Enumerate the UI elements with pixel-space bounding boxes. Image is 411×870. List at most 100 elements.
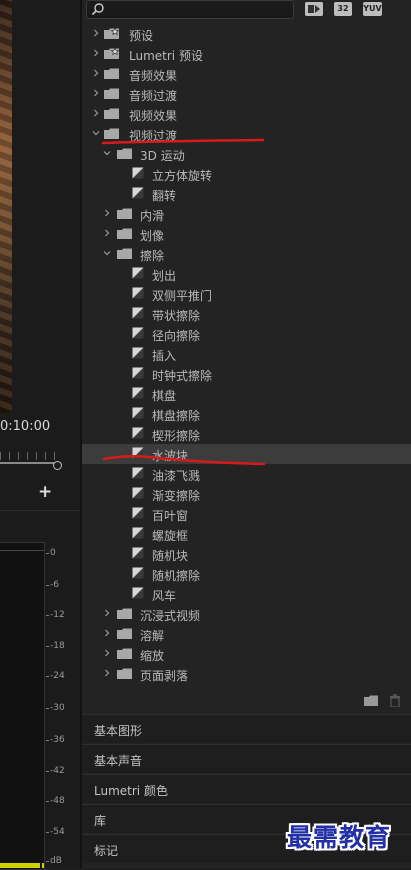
- effects-tree-item[interactable]: 楔形擦除: [82, 424, 411, 444]
- effects-tree-item[interactable]: 渐变擦除: [82, 484, 411, 504]
- effects-tree-item[interactable]: 螺旋框: [82, 524, 411, 544]
- panel-label: 基本声音: [94, 754, 143, 768]
- chevron-right-icon[interactable]: [103, 229, 111, 237]
- meter-tick: [46, 708, 49, 709]
- chevron-right-icon[interactable]: [92, 29, 100, 37]
- folder-icon: [117, 208, 132, 219]
- effects-tree-label: 时钟式擦除: [152, 369, 213, 383]
- timeline-ruler: [0, 452, 58, 460]
- transition-effect-icon: [132, 527, 144, 539]
- meter-scale-label: -48: [50, 796, 65, 806]
- chevron-down-icon[interactable]: [103, 149, 111, 157]
- folder-icon: [117, 608, 132, 619]
- add-button[interactable]: +: [38, 482, 52, 502]
- chevron-right-icon[interactable]: [103, 609, 111, 617]
- meter-scale-label: -30: [50, 703, 65, 713]
- meter-tick: [46, 861, 49, 862]
- video-preview-texture: [0, 0, 12, 413]
- folder-icon: [117, 628, 132, 639]
- effects-tree-label: 随机块: [152, 549, 189, 563]
- panel-essential-graphics[interactable]: 基本图形: [82, 714, 411, 743]
- search-input[interactable]: [86, 0, 294, 19]
- chevron-right-icon[interactable]: [103, 649, 111, 657]
- effects-tree-label: 棋盘: [152, 389, 177, 403]
- meter-scale-label: -12: [50, 610, 65, 620]
- effects-tree-item[interactable]: 溶解: [82, 624, 411, 644]
- meter-tick: [46, 771, 49, 772]
- effects-tree-item[interactable]: 划像: [82, 224, 411, 244]
- zoom-handle[interactable]: [53, 461, 62, 470]
- effects-tree-item[interactable]: 双侧平推门: [82, 284, 411, 304]
- meter-tick: [46, 801, 49, 802]
- chevron-right-icon[interactable]: [92, 49, 100, 57]
- transition-effect-icon: [132, 347, 144, 359]
- effects-tree-item[interactable]: 页面剥落: [82, 664, 411, 684]
- meter-peak-line: [0, 550, 44, 551]
- accelerated-effects-button[interactable]: [305, 2, 323, 16]
- playhead-track[interactable]: [0, 462, 58, 464]
- meter-tick: [46, 740, 49, 741]
- accelerated-effects-icon: [305, 2, 323, 16]
- transition-effect-icon: [132, 167, 144, 179]
- effects-tree-item[interactable]: 音频效果: [82, 64, 411, 84]
- effects-tree-label: 划像: [140, 229, 165, 243]
- transition-effect-icon: [132, 407, 144, 419]
- effects-tree-item[interactable]: 风车: [82, 584, 411, 604]
- chevron-right-icon[interactable]: [92, 89, 100, 97]
- meter-scale-label: 0: [50, 548, 56, 558]
- effects-tree-item[interactable]: 插入: [82, 344, 411, 364]
- meter-level-bar: [0, 863, 40, 868]
- chevron-right-icon[interactable]: [92, 109, 100, 117]
- panel-divider: [0, 510, 80, 511]
- chevron-right-icon[interactable]: [103, 669, 111, 677]
- effects-tree-item[interactable]: 径向擦除: [82, 324, 411, 344]
- effects-tree-item[interactable]: 音频过渡: [82, 84, 411, 104]
- meter-tick: [46, 676, 49, 677]
- effects-tree-item[interactable]: 沉浸式视频: [82, 604, 411, 624]
- transition-effect-icon: [132, 187, 144, 199]
- search-icon: [91, 3, 104, 16]
- effects-tree-item[interactable]: 预设: [82, 24, 411, 44]
- timecode-display[interactable]: 0:10:00: [0, 419, 50, 434]
- effects-tree-item[interactable]: 3D 运动: [82, 144, 411, 164]
- effects-tree-label: 沉浸式视频: [140, 609, 201, 623]
- trash-icon[interactable]: [389, 694, 401, 707]
- effects-tree-item[interactable]: 油漆飞溅: [82, 464, 411, 484]
- effects-tree-item[interactable]: Lumetri 预设: [82, 44, 411, 64]
- effects-tree-item[interactable]: 视频过渡: [82, 124, 411, 144]
- folder-icon: [117, 228, 132, 239]
- chevron-right-icon[interactable]: [92, 69, 100, 77]
- meter-tick: [46, 585, 49, 586]
- effects-tree-item[interactable]: 百叶窗: [82, 504, 411, 524]
- chevron-right-icon[interactable]: [103, 629, 111, 637]
- chevron-down-icon[interactable]: [92, 129, 100, 137]
- effects-tree-label: 缩放: [140, 649, 165, 663]
- effects-tree-label: 油漆飞溅: [152, 469, 201, 483]
- effects-tree-item[interactable]: 缩放: [82, 644, 411, 664]
- yuv-effects-button[interactable]: YUV: [363, 2, 382, 16]
- panel-lumetri-color[interactable]: Lumetri 颜色: [82, 774, 411, 803]
- chevron-right-icon[interactable]: [103, 209, 111, 217]
- effects-tree-item[interactable]: 立方体旋转: [82, 164, 411, 184]
- panel-essential-sound[interactable]: 基本声音: [82, 744, 411, 773]
- effects-tree-item[interactable]: 棋盘擦除: [82, 404, 411, 424]
- effects-tree-label: 擦除: [140, 249, 165, 263]
- effects-tree-item[interactable]: 随机擦除: [82, 564, 411, 584]
- audio-meter: [0, 542, 45, 870]
- effects-tree-item[interactable]: 随机块: [82, 544, 411, 564]
- effects-tree-item[interactable]: 时钟式擦除: [82, 364, 411, 384]
- effects-tree-label: 风车: [152, 589, 177, 603]
- chevron-down-icon[interactable]: [103, 249, 111, 257]
- effects-tree-item[interactable]: 擦除: [82, 244, 411, 264]
- effects-tree-item[interactable]: 划出: [82, 264, 411, 284]
- effects-tree-label: 页面剥落: [140, 669, 189, 683]
- effects-tree-item[interactable]: 翻转: [82, 184, 411, 204]
- effects-tree-item[interactable]: 视频效果: [82, 104, 411, 124]
- new-bin-icon[interactable]: [364, 695, 378, 706]
- effects-tree-item[interactable]: 内滑: [82, 204, 411, 224]
- effects-tree-label: 3D 运动: [140, 149, 185, 163]
- effects-tree-item[interactable]: 棋盘: [82, 384, 411, 404]
- effects-tree-item[interactable]: 带状擦除: [82, 304, 411, 324]
- 32bit-effects-button[interactable]: 32: [334, 2, 352, 16]
- effects-tree-item[interactable]: 水波块: [82, 444, 411, 464]
